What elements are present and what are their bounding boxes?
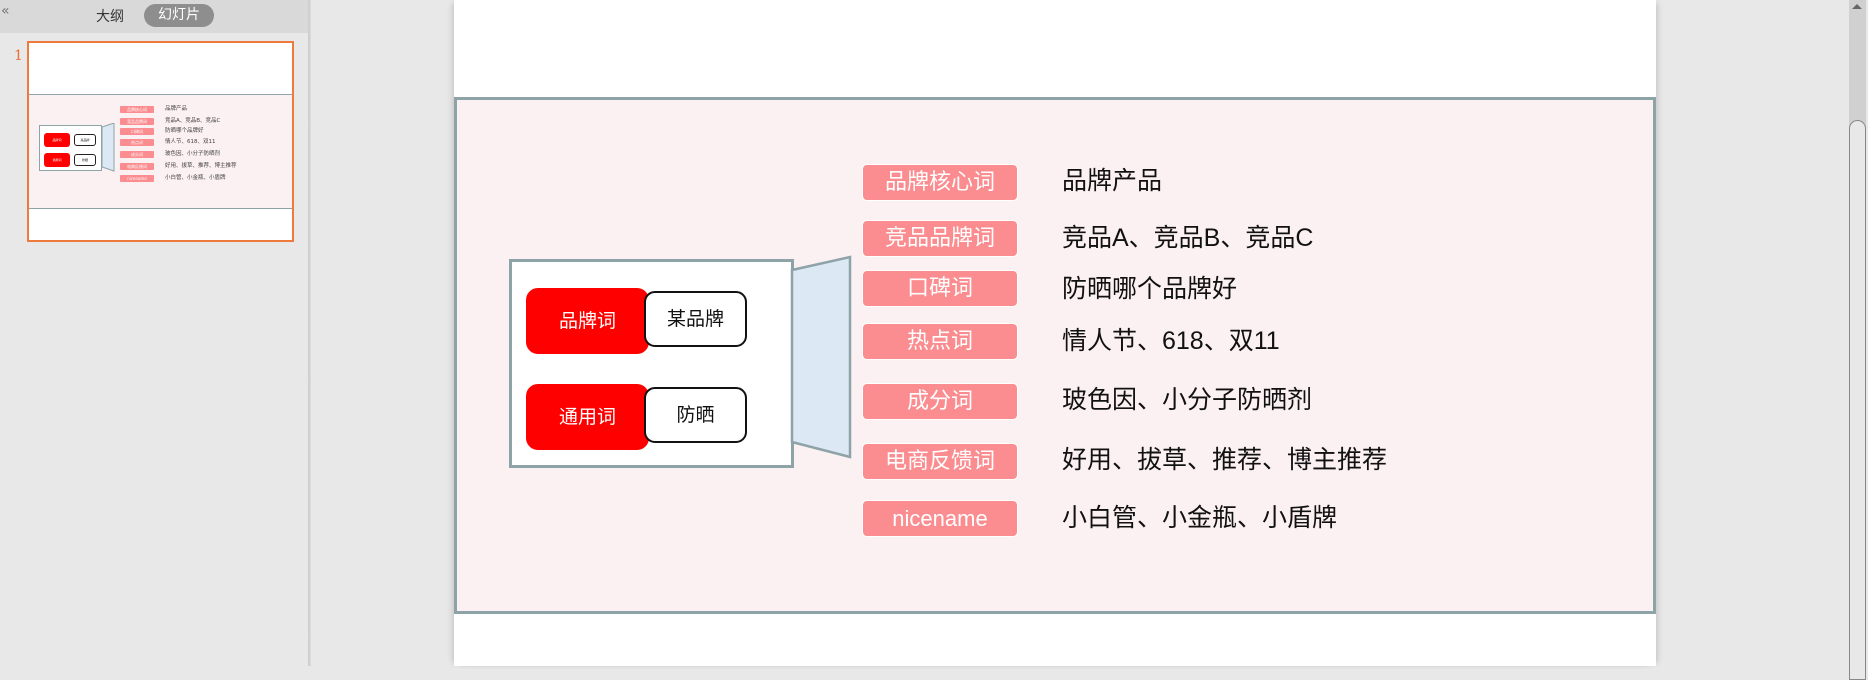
thumbnail-value: 防晒哪个品牌好 bbox=[165, 128, 204, 134]
slide-number: 1 bbox=[14, 48, 23, 64]
category-pill-brand[interactable]: 品牌词 bbox=[526, 288, 649, 354]
keyword-tag[interactable]: 成分词 bbox=[862, 383, 1018, 420]
slide-editor: 品牌词 某品牌 通用词 防晒 品牌核心词 品牌产品 竞品品牌词 竞品A、竞品B、… bbox=[311, 0, 1849, 666]
thumbnail-tag: 热点词 bbox=[120, 139, 154, 146]
thumbnail-tag: 口碑词 bbox=[120, 128, 154, 135]
thumbnail-tag: nicename bbox=[120, 175, 154, 182]
keyword-value[interactable]: 竞品A、竞品B、竞品C bbox=[1062, 220, 1313, 257]
thumbnail-funnel-shape bbox=[102, 123, 115, 172]
thumbnail-diagram-box: 品牌词 某品牌 通用词 防晒 bbox=[39, 125, 102, 171]
keyword-value[interactable]: 玻色因、小分子防晒剂 bbox=[1062, 382, 1312, 419]
thumbnail-band: 品牌词 某品牌 通用词 防晒 品牌核心词 品牌产品 竞品品牌词 竞品A、竞品B、… bbox=[29, 94, 292, 209]
thumbnail-white-pill: 防晒 bbox=[74, 154, 96, 166]
keyword-tag[interactable]: 口碑词 bbox=[862, 270, 1018, 307]
thumbnail-red-pill: 品牌词 bbox=[44, 133, 70, 147]
keyword-value[interactable]: 小白管、小金瓶、小盾牌 bbox=[1062, 500, 1337, 537]
vertical-scrollbar[interactable] bbox=[1849, 0, 1866, 680]
keyword-tag[interactable]: 品牌核心词 bbox=[862, 164, 1018, 201]
thumbnail-tag: 成分词 bbox=[120, 151, 154, 158]
collapse-panel-icon[interactable]: « bbox=[1, 3, 9, 19]
category-pill-generic[interactable]: 通用词 bbox=[526, 384, 649, 450]
keyword-tag[interactable]: 竞品品牌词 bbox=[862, 220, 1018, 257]
funnel-shape[interactable] bbox=[789, 255, 855, 465]
thumbnail-value: 竞品A、竞品B、竞品C bbox=[165, 118, 221, 124]
tab-slides[interactable]: 幻灯片 bbox=[144, 4, 214, 27]
keyword-value[interactable]: 情人节、618、双11 bbox=[1062, 323, 1280, 360]
thumbnail-value: 好用、拔草、推荐、博主推荐 bbox=[165, 163, 237, 169]
scroll-up-arrow-icon[interactable] bbox=[1852, 4, 1862, 9]
keyword-tag[interactable]: nicename bbox=[862, 500, 1018, 537]
keyword-value[interactable]: 好用、拔草、推荐、博主推荐 bbox=[1062, 442, 1387, 479]
thumbnail-value: 玻色因、小分子防晒剂 bbox=[165, 151, 221, 157]
panel-header: « 大纲 幻灯片 bbox=[0, 0, 308, 33]
keyword-value[interactable]: 防晒哪个品牌好 bbox=[1062, 271, 1237, 308]
thumbnail-tag: 竞品品牌词 bbox=[120, 118, 154, 125]
thumbnail-tag: 电商反馈词 bbox=[120, 163, 154, 170]
keyword-tag[interactable]: 电商反馈词 bbox=[862, 443, 1018, 480]
keyword-diagram-box[interactable]: 品牌词 某品牌 通用词 防晒 bbox=[509, 259, 794, 468]
keyword-value[interactable]: 品牌产品 bbox=[1062, 163, 1162, 200]
slide-thumbnail[interactable]: 品牌词 某品牌 通用词 防晒 品牌核心词 品牌产品 竞品品牌词 竞品A、竞品B、… bbox=[27, 41, 294, 242]
scrollbar-thumb[interactable] bbox=[1849, 120, 1866, 680]
thumbnail-red-pill: 通用词 bbox=[44, 153, 70, 167]
example-pill-brand[interactable]: 某品牌 bbox=[644, 291, 747, 347]
thumbnail-white-pill: 某品牌 bbox=[74, 134, 96, 146]
keyword-tag[interactable]: 热点词 bbox=[862, 323, 1018, 360]
thumbnail-value: 小白管、小金瓶、小盾牌 bbox=[165, 175, 226, 181]
slide-canvas[interactable]: 品牌词 某品牌 通用词 防晒 品牌核心词 品牌产品 竞品品牌词 竞品A、竞品B、… bbox=[454, 0, 1656, 666]
thumbnail-tag: 品牌核心词 bbox=[120, 106, 154, 113]
thumbnail-value: 情人节、618、双11 bbox=[165, 139, 216, 145]
example-pill-generic[interactable]: 防晒 bbox=[644, 387, 747, 443]
thumbnail-value: 品牌产品 bbox=[165, 106, 188, 112]
slide-panel: « 大纲 幻灯片 1 品牌词 某品牌 通用词 防晒 品牌核心词 品牌产品 竞品品… bbox=[0, 0, 308, 666]
tab-outline[interactable]: 大纲 bbox=[96, 6, 124, 26]
content-band: 品牌词 某品牌 通用词 防晒 品牌核心词 品牌产品 竞品品牌词 竞品A、竞品B、… bbox=[454, 97, 1656, 614]
